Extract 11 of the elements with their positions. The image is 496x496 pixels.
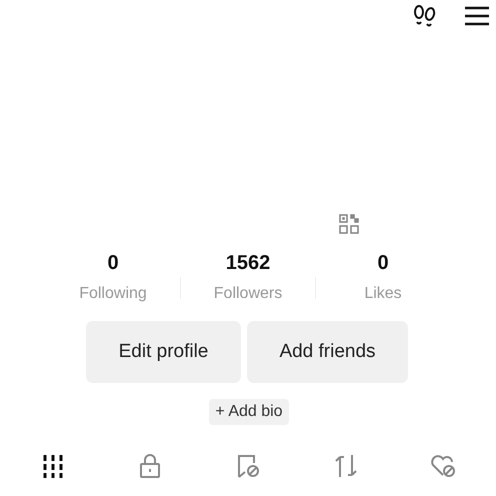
stat-count: 0: [377, 252, 389, 275]
add-bio-button[interactable]: + Add bio: [209, 399, 289, 425]
menu-icon[interactable]: [464, 5, 490, 27]
stat-count: 1562: [226, 252, 270, 275]
repost-icon[interactable]: [332, 453, 359, 479]
footprints-icon[interactable]: [412, 3, 438, 29]
stat-count: 0: [107, 252, 119, 275]
qr-code-icon[interactable]: [339, 214, 359, 234]
profile-button[interactable]: Add friends: [247, 321, 408, 383]
profile-button[interactable]: Edit profile: [86, 321, 241, 383]
heart-icon[interactable]: [430, 453, 456, 479]
